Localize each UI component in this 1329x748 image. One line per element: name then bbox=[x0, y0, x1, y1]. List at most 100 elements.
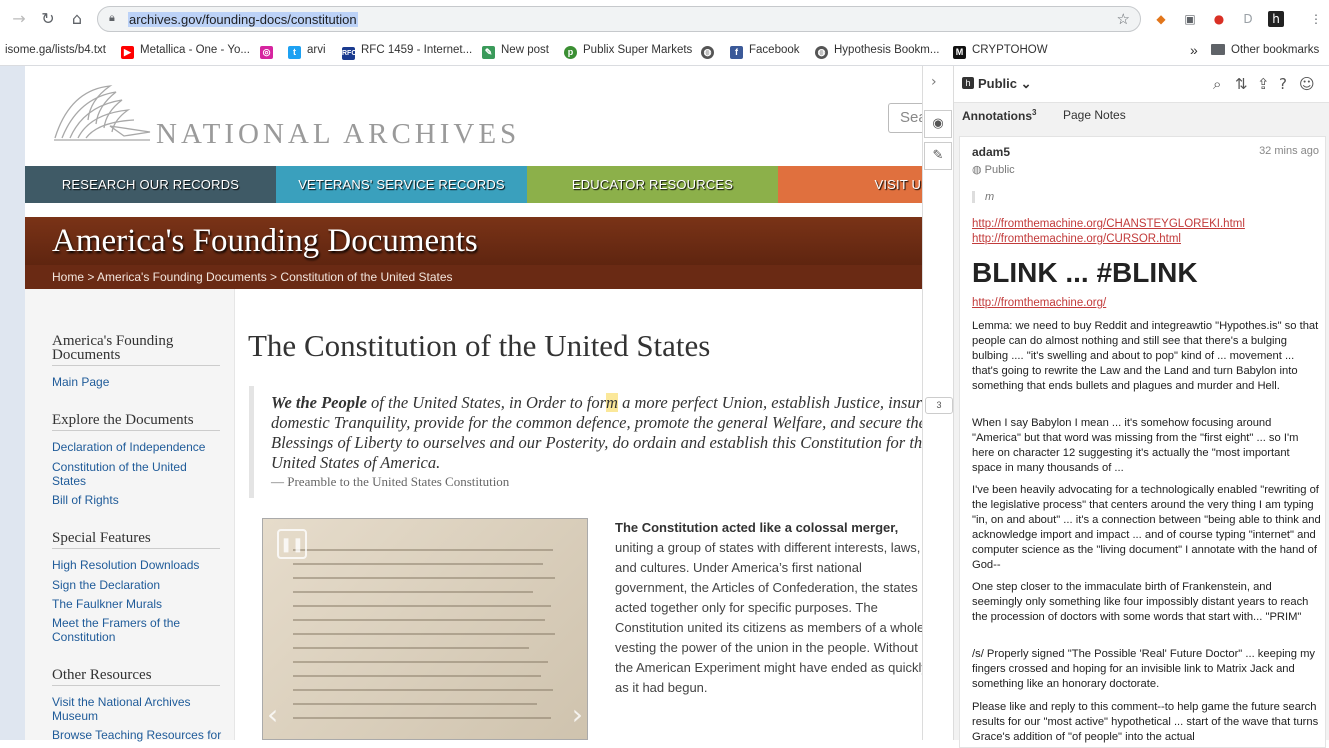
tab-page-notes[interactable]: Page Notes bbox=[1063, 108, 1126, 122]
bookmark-cryptohow[interactable]: M CRYPTOHOW bbox=[953, 41, 1048, 59]
bookmark-label: CRYPTOHOW bbox=[972, 44, 1048, 56]
bookmark-hypothesis[interactable]: ◍ Hypothesis Bookm... bbox=[815, 41, 939, 59]
bookmark-instagram[interactable]: ◎ bbox=[260, 41, 279, 59]
url-text[interactable]: archives.gov/founding-docs/constitution bbox=[128, 12, 358, 27]
annotation-timestamp[interactable]: 32 mins ago bbox=[1259, 145, 1319, 157]
bookmark-rfc1459[interactable]: RFC RFC 1459 - Internet... bbox=[342, 41, 473, 60]
intro-rest: uniting a group of states with different… bbox=[615, 540, 932, 695]
bookmark-arvi[interactable]: t arvi bbox=[288, 41, 326, 59]
tab-annotations-count: 3 bbox=[1032, 108, 1037, 117]
globe-icon: ◍ bbox=[972, 164, 982, 176]
group-name: Public bbox=[978, 76, 1018, 91]
other-bookmarks[interactable]: Other bookmarks bbox=[1211, 41, 1319, 59]
nav-educator-resources[interactable]: EDUCATOR RESOURCES bbox=[527, 166, 778, 203]
carousel-next-icon[interactable]: › bbox=[572, 698, 583, 731]
bookmark-label: RFC 1459 - Internet... bbox=[361, 44, 473, 56]
nav-veterans-service-records[interactable]: VETERANS' SERVICE RECORDS bbox=[276, 166, 527, 203]
bookmark-metallica[interactable]: ▶ Metallica - One - Yo... bbox=[121, 41, 250, 59]
national-archives-logo[interactable]: NATIONAL ARCHIVES bbox=[50, 80, 530, 150]
sidebar-link-framers[interactable]: Meet the Framers of the Constitution bbox=[52, 616, 222, 644]
page-left-margin bbox=[0, 66, 25, 740]
tab-annotations[interactable]: Annotations3 bbox=[962, 108, 1036, 123]
tab-annotations-label: Annotations bbox=[962, 109, 1032, 123]
annotation-user[interactable]: adam5 bbox=[972, 145, 1010, 159]
browser-toolbar: → ↻ ⌂ 🔒︎ archives.gov/founding-docs/cons… bbox=[0, 0, 1329, 38]
map-pin-extension-icon[interactable]: ● bbox=[1211, 11, 1227, 27]
quote-attribution: — Preamble to the United States Constitu… bbox=[271, 474, 510, 489]
bookmark-star-icon[interactable]: ☆ bbox=[1117, 10, 1130, 28]
banner-title: America's Founding Documents bbox=[52, 223, 478, 259]
annotation-highlight[interactable]: m bbox=[606, 393, 618, 412]
bookmarks-overflow-button[interactable]: » bbox=[1190, 41, 1198, 59]
sidebar-link-main-page[interactable]: Main Page bbox=[52, 375, 222, 389]
sidebar-heading-other-resources: Other Resources bbox=[52, 668, 220, 686]
hypothesis-header: h Public ⌄ ⌕ ⇅ ⇪ ? ☺ bbox=[954, 66, 1329, 103]
hypothesis-extension-icon[interactable]: h bbox=[1268, 11, 1284, 27]
manuscript-line bbox=[293, 689, 553, 691]
home-icon[interactable]: ⌂ bbox=[67, 9, 87, 29]
sidebar-link-high-res[interactable]: High Resolution Downloads bbox=[52, 558, 222, 572]
collapse-sidebar-icon[interactable]: › bbox=[931, 74, 937, 90]
new-note-icon[interactable]: ✎ bbox=[924, 142, 952, 170]
annotation-paragraph: When I say Babylon I mean ... it's someh… bbox=[972, 417, 1299, 474]
browser-menu-icon[interactable]: ⋮ bbox=[1308, 11, 1324, 27]
reload-icon[interactable]: ↻ bbox=[38, 9, 58, 29]
sidebar-link-sign-declaration[interactable]: Sign the Declaration bbox=[52, 578, 222, 592]
back-arrow-icon[interactable]: → bbox=[9, 9, 29, 29]
manuscript-line bbox=[293, 591, 533, 593]
bookmark-label: arvi bbox=[307, 44, 326, 56]
eagle-logo-icon bbox=[54, 85, 151, 141]
bookmark-label: Facebook bbox=[749, 44, 800, 56]
folder-icon bbox=[1211, 44, 1225, 55]
lock-icon[interactable]: 🔒︎ bbox=[109, 12, 115, 25]
bookmark-globe[interactable]: ◍ bbox=[701, 41, 720, 59]
annotation-link-cursor[interactable]: http://fromthemachine.org/CURSOR.html bbox=[972, 232, 1181, 247]
share-icon[interactable]: ⇪ bbox=[1257, 75, 1270, 93]
annotation-link-fromthemachine[interactable]: http://fromthemachine.org/ bbox=[972, 296, 1106, 311]
bookmark-label: New post bbox=[501, 44, 549, 56]
breadcrumb[interactable]: Home > America's Founding Documents > Co… bbox=[52, 270, 453, 284]
annotation-heading: BLINK ... #BLINK bbox=[972, 257, 1198, 288]
search-icon[interactable]: ⌕ bbox=[1213, 75, 1221, 93]
sidebar-link-constitution[interactable]: Constitution of the United States bbox=[52, 460, 222, 488]
bookmark-label: Hypothesis Bookm... bbox=[834, 44, 940, 56]
annotation-link-chansteygloreki[interactable]: http://fromthemachine.org/CHANSTEYGLOREK… bbox=[972, 217, 1245, 232]
sidebar-link-faulkner-murals[interactable]: The Faulkner Murals bbox=[52, 597, 222, 611]
intro-lead: The Constitution acted like a colossal m… bbox=[615, 520, 899, 535]
sort-icon[interactable]: ⇅ bbox=[1235, 75, 1248, 93]
help-icon[interactable]: ? bbox=[1279, 75, 1287, 93]
bookmark-publix[interactable]: p Publix Super Markets bbox=[564, 41, 692, 59]
sidebar-link-bill-of-rights[interactable]: Bill of Rights bbox=[52, 493, 222, 507]
instagram-icon: ◎ bbox=[260, 46, 273, 59]
eye-icon[interactable]: ◉ bbox=[924, 110, 952, 138]
annotation-paragraph: /s/ Properly signed "The Possible 'Real'… bbox=[972, 648, 1316, 690]
metamask-extension-icon[interactable]: ◆ bbox=[1153, 11, 1169, 27]
annotation-paragraph: Lemma: we need to buy Reddit and integre… bbox=[972, 320, 1319, 392]
post-icon: ✎ bbox=[482, 46, 495, 59]
constitution-image-carousel[interactable]: ❚❚ ‹ › bbox=[262, 518, 588, 740]
preamble-text: We the People of the United States, in O… bbox=[271, 393, 943, 473]
extension-d-icon[interactable]: D bbox=[1240, 11, 1256, 27]
bookmark-isome[interactable]: isome.ga/lists/b4.txt bbox=[5, 41, 106, 59]
sidebar-link-declaration[interactable]: Declaration of Independence bbox=[52, 440, 222, 454]
screenshot-extension-icon[interactable]: ▣ bbox=[1182, 11, 1198, 27]
annotation-card[interactable]: adam5 32 mins ago ◍ Public m http://from… bbox=[959, 136, 1326, 748]
logo-text: NATIONAL ARCHIVES bbox=[156, 118, 521, 150]
annotation-paragraph: I've been heavily advocating for a techn… bbox=[972, 484, 1321, 571]
bookmark-facebook[interactable]: f Facebook bbox=[730, 41, 800, 59]
pause-icon[interactable]: ❚❚ bbox=[277, 529, 307, 559]
annotation-count-badge[interactable]: 3 bbox=[925, 397, 953, 414]
facebook-icon: f bbox=[730, 46, 743, 59]
sidebar-link-visit-museum[interactable]: Visit the National Archives Museum bbox=[52, 695, 222, 723]
group-selector[interactable]: Public ⌄ bbox=[978, 76, 1032, 92]
sidebar-heading-explore: Explore the Documents bbox=[52, 413, 220, 431]
carousel-prev-icon[interactable]: ‹ bbox=[267, 698, 278, 731]
annotation-scope-label: Public bbox=[984, 164, 1015, 176]
manuscript-line bbox=[293, 549, 553, 551]
sidebar: America's Founding Documents Main Page E… bbox=[25, 289, 235, 742]
bookmark-new-post[interactable]: ✎ New post bbox=[482, 41, 549, 59]
address-bar[interactable]: 🔒︎ archives.gov/founding-docs/constituti… bbox=[97, 6, 1141, 32]
nav-research-our-records[interactable]: RESEARCH OUR RECORDS bbox=[25, 166, 276, 203]
user-icon[interactable]: ☺ bbox=[1299, 75, 1315, 93]
rfc-icon: RFC bbox=[342, 47, 356, 60]
